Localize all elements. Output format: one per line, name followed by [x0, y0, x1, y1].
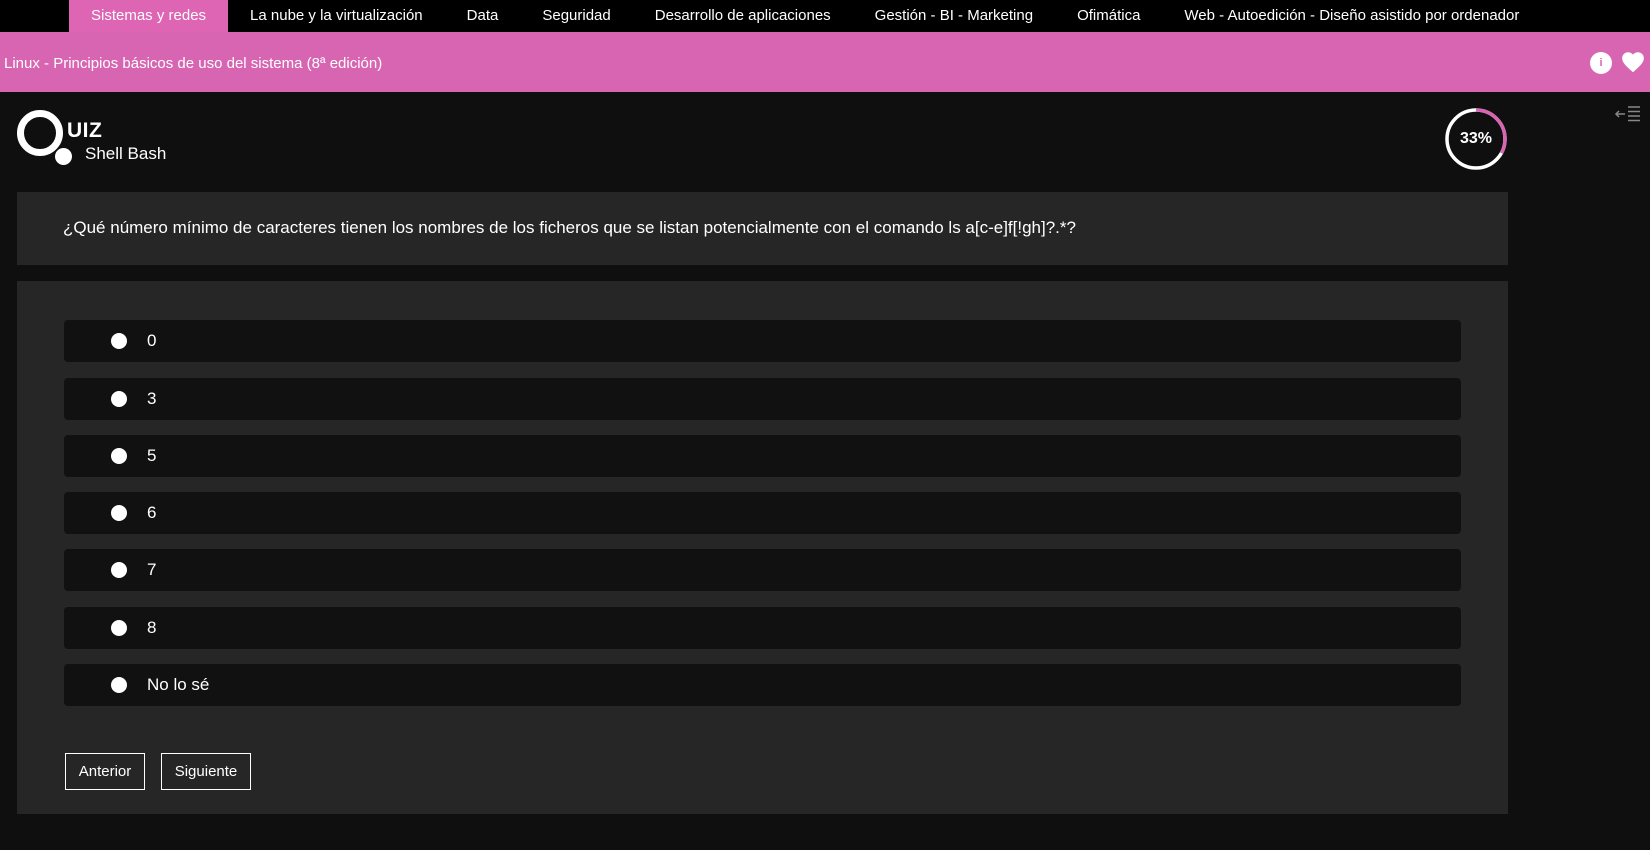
- radio-button[interactable]: [111, 333, 127, 349]
- answer-option[interactable]: 0: [64, 320, 1461, 362]
- answer-option[interactable]: 8: [64, 607, 1461, 649]
- book-title[interactable]: Linux - Principios básicos de uso del si…: [4, 32, 382, 96]
- answers-panel: 0 3 5 6 7 8 No lo sé: [17, 281, 1508, 814]
- nav-item-sistemas-y-redes[interactable]: Sistemas y redes: [69, 0, 229, 32]
- answer-option[interactable]: 7: [64, 549, 1461, 591]
- quiz-logo-dot: [55, 148, 72, 165]
- sidebar-toggle-icon[interactable]: [1614, 104, 1642, 124]
- answer-label: 0: [147, 331, 157, 350]
- answer-option[interactable]: 3: [64, 378, 1461, 420]
- book-title-bar: Linux - Principios básicos de uso del si…: [0, 32, 1650, 92]
- nav-item-seguridad[interactable]: Seguridad: [520, 0, 632, 32]
- nav-item-data[interactable]: Data: [445, 0, 521, 32]
- nav-item-web-autoedicion[interactable]: Web - Autoedición - Diseño asistido por …: [1162, 0, 1541, 32]
- radio-button[interactable]: [111, 391, 127, 407]
- answer-label: 3: [147, 389, 157, 408]
- answer-option[interactable]: 6: [64, 492, 1461, 534]
- radio-button[interactable]: [111, 505, 127, 521]
- answer-option[interactable]: No lo sé: [64, 664, 1461, 706]
- info-icon[interactable]: i: [1590, 52, 1612, 74]
- previous-button[interactable]: Anterior: [65, 753, 145, 790]
- radio-button[interactable]: [111, 448, 127, 464]
- nav-item-gestion-bi-marketing[interactable]: Gestión - BI - Marketing: [853, 0, 1055, 32]
- answer-label: 8: [147, 618, 157, 637]
- quiz-logo-ring: [17, 110, 63, 156]
- answer-label: 7: [147, 560, 157, 579]
- answer-label: 6: [147, 503, 157, 522]
- heart-icon[interactable]: [1620, 49, 1646, 75]
- nav-item-desarrollo[interactable]: Desarrollo de aplicaciones: [633, 0, 853, 32]
- category-menu: Sistemas y redes La nube y la virtualiza…: [69, 0, 1541, 32]
- answer-option[interactable]: 5: [64, 435, 1461, 477]
- question-box: ¿Qué número mínimo de caracteres tienen …: [17, 192, 1508, 265]
- radio-button[interactable]: [111, 677, 127, 693]
- top-navigation: Sistemas y redes La nube y la virtualiza…: [0, 0, 1650, 32]
- quiz-logo-text: UIZ: [67, 119, 103, 142]
- answer-label: No lo sé: [147, 675, 210, 694]
- answer-label: 5: [147, 446, 157, 465]
- progress-percentage: 33%: [1459, 130, 1493, 147]
- radio-button[interactable]: [111, 562, 127, 578]
- nav-item-nube-virtualizacion[interactable]: La nube y la virtualización: [228, 0, 445, 32]
- quiz-subtitle: Shell Bash: [85, 144, 167, 163]
- next-button[interactable]: Siguiente: [161, 753, 251, 790]
- radio-button[interactable]: [111, 620, 127, 636]
- question-text: ¿Qué número mínimo de caracteres tienen …: [63, 218, 1076, 237]
- nav-item-ofimatica[interactable]: Ofimática: [1055, 0, 1162, 32]
